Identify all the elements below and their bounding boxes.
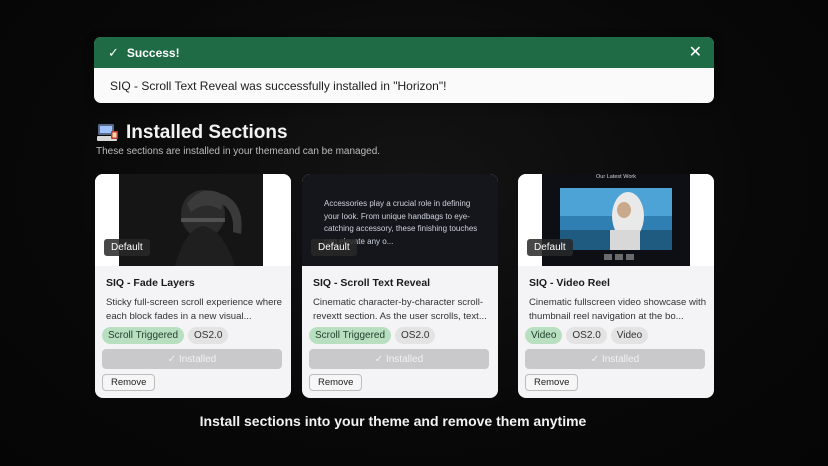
tag: Scroll Triggered bbox=[309, 327, 392, 344]
card-title: SIQ - Fade Layers bbox=[106, 277, 195, 289]
tag: OS2.0 bbox=[188, 327, 229, 344]
section-subtitle: These sections are installed in your the… bbox=[96, 146, 381, 157]
default-badge: Default bbox=[311, 239, 357, 256]
section-card-video-reel[interactable]: Our Latest Work Default SIQ - Video Reel… bbox=[518, 174, 714, 398]
check-icon: ✓ bbox=[108, 44, 119, 60]
toast-message: SIQ - Scroll Text Reveal was successfull… bbox=[110, 78, 447, 93]
close-icon[interactable]: ✕ bbox=[689, 44, 702, 61]
card-thumbnail: Accessories play a crucial role in defin… bbox=[302, 174, 498, 266]
card-tags: Scroll Triggered OS2.0 bbox=[309, 327, 436, 344]
section-card-scroll-text-reveal[interactable]: Accessories play a crucial role in defin… bbox=[302, 174, 498, 398]
installed-button: ✓ Installed bbox=[309, 349, 489, 369]
promo-caption: Install sections into your theme and rem… bbox=[199, 413, 587, 429]
thumbnail-heading: Our Latest Work bbox=[596, 174, 636, 180]
default-badge: Default bbox=[104, 239, 150, 256]
tag: Video bbox=[525, 327, 563, 344]
background: ✓ Success! ✕ SIQ - Scroll Text Reveal wa… bbox=[0, 0, 828, 466]
success-toast: ✓ Success! ✕ SIQ - Scroll Text Reveal wa… bbox=[94, 37, 714, 103]
tag: Scroll Triggered bbox=[102, 327, 185, 344]
toast-header: ✓ Success! ✕ bbox=[94, 37, 714, 68]
computer-icon bbox=[97, 123, 119, 143]
section-title-row: Installed Sections bbox=[97, 122, 288, 144]
card-title: SIQ - Video Reel bbox=[529, 277, 610, 289]
remove-button[interactable]: Remove bbox=[309, 374, 363, 391]
card-description: Sticky full-screen scroll experience whe… bbox=[106, 297, 282, 322]
default-badge: Default bbox=[527, 239, 573, 256]
tag: OS2.0 bbox=[395, 327, 436, 344]
remove-button[interactable]: Remove bbox=[102, 374, 156, 391]
installed-button: ✓ Installed bbox=[102, 349, 282, 369]
card-title: SIQ - Scroll Text Reveal bbox=[313, 277, 431, 289]
tag: Video bbox=[610, 327, 649, 344]
toast-title: Success! bbox=[126, 45, 180, 60]
card-tags: Video OS2.0 Video bbox=[525, 327, 649, 344]
tag: OS2.0 bbox=[566, 327, 607, 344]
remove-button[interactable]: Remove bbox=[525, 374, 579, 391]
card-description: Cinematic fullscreen video showcase with… bbox=[529, 297, 707, 322]
card-tags: Scroll Triggered OS2.0 bbox=[102, 327, 229, 344]
card-thumbnail: Default bbox=[95, 174, 291, 266]
card-description: Cinematic character-by-character scroll-… bbox=[313, 297, 487, 322]
installed-button: ✓ Installed bbox=[525, 349, 705, 369]
card-thumbnail: Our Latest Work Default bbox=[518, 174, 714, 266]
section-title: Installed Sections bbox=[126, 122, 288, 143]
section-card-fade-layers[interactable]: Default SIQ - Fade Layers Sticky full-sc… bbox=[95, 174, 291, 398]
